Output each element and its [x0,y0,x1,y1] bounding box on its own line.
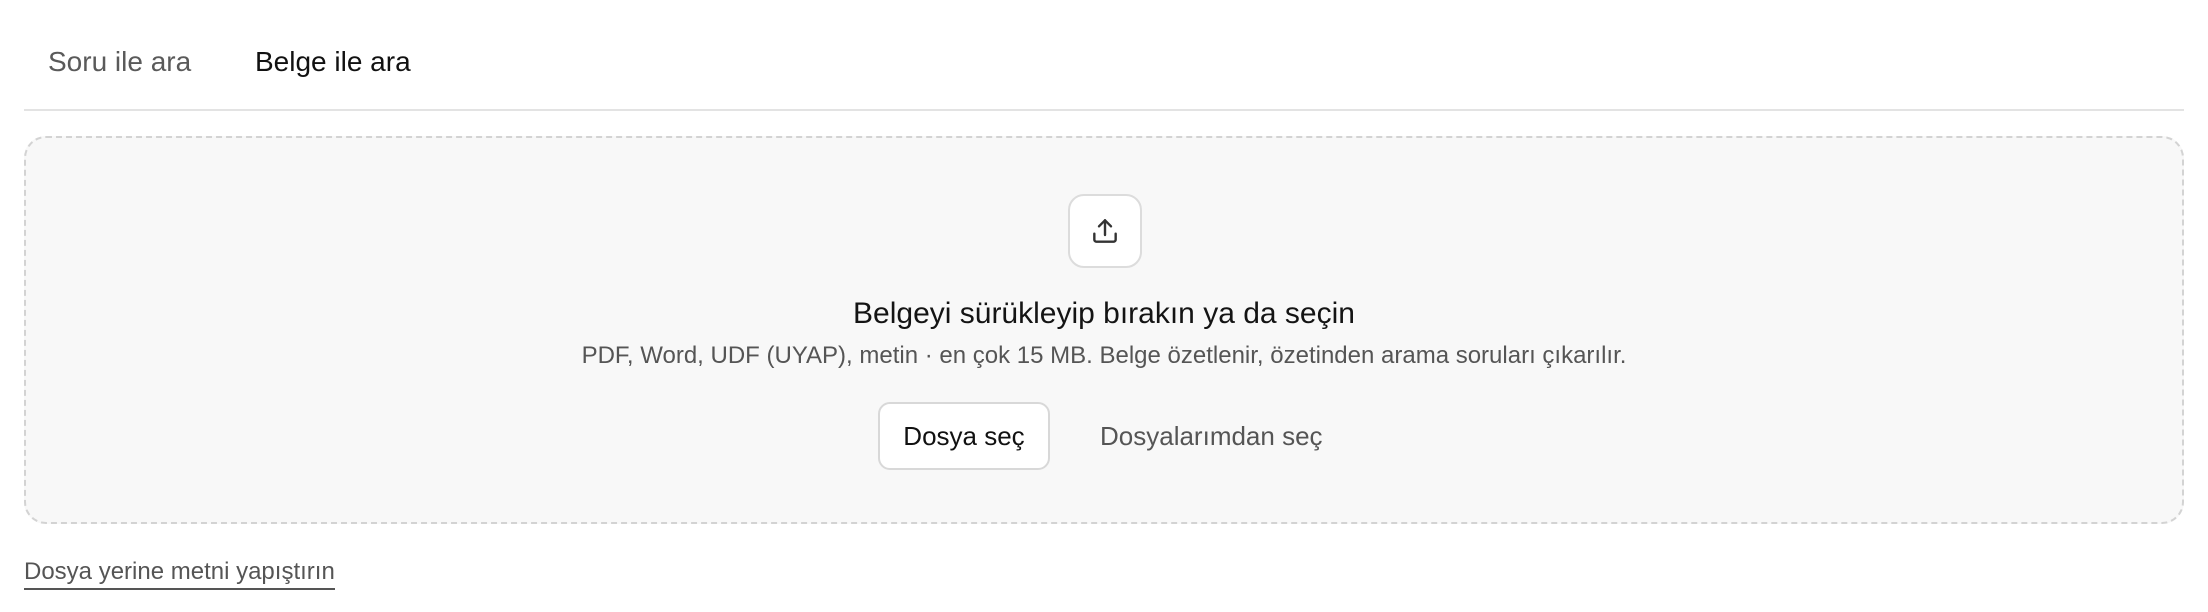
document-search-panel: Soru ile ara Belge ile ara Belgeyi sürük… [0,0,2208,612]
upload-icon [1093,219,1117,243]
tab-search-by-document[interactable]: Belge ile ara [255,44,411,80]
file-drop-zone[interactable]: Belgeyi sürükleyip bırakın ya da seçin P… [24,136,2184,524]
upload-button[interactable] [1068,194,1142,268]
search-mode-tabs: Soru ile ara Belge ile ara [24,0,2184,111]
choose-from-my-files-button[interactable]: Dosyalarımdan seç [1086,402,1337,470]
paste-text-link[interactable]: Dosya yerine metni yapıştırın [24,556,335,590]
choose-file-button[interactable]: Dosya seç [878,402,1050,470]
drop-zone-title: Belgeyi sürükleyip bırakın ya da seçin [853,297,1355,330]
tab-search-by-question[interactable]: Soru ile ara [48,44,191,80]
drop-zone-hint: PDF, Word, UDF (UYAP), metin · en çok 15… [581,342,1627,369]
